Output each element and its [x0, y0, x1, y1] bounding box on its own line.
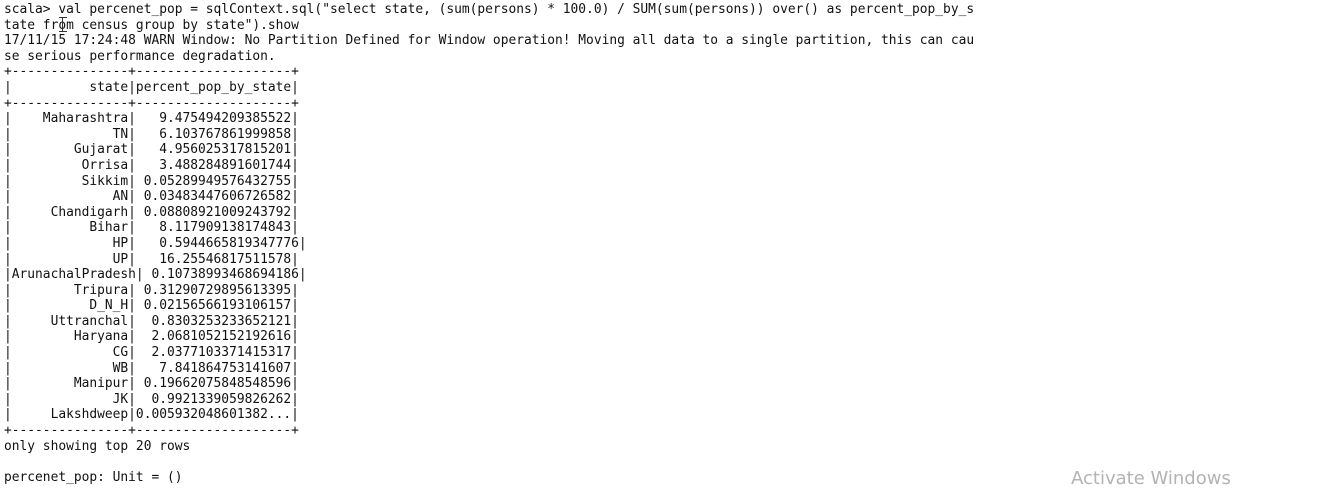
table-row: | TN| 6.103767861999858| [4, 126, 299, 142]
table-row: | Haryana| 2.0681052152192616| [4, 329, 299, 345]
table-row: | Gujarat| 4.956025317815201| [4, 142, 299, 158]
activate-windows-watermark: Activate Windows [1071, 468, 1231, 489]
table-row: | WB| 7.841864753141607| [4, 360, 299, 376]
table-row: | Sikkim| 0.05289949576432755| [4, 173, 299, 189]
table-row: | AN| 0.03483447606726582| [4, 189, 299, 205]
table-row: | JK| 0.9921339059826262| [4, 391, 299, 407]
warn-log-line: 17/11/15 17:24:48 WARN Window: No Partit… [4, 33, 975, 49]
terminal-output[interactable]: scala> val percenet_pop = sqlContext.sql… [4, 2, 1320, 485]
row-limit-note: only showing top 20 rows [4, 438, 191, 454]
table-row: |ArunachalPradesh| 0.10738993468694186| [4, 267, 307, 283]
table-row: | CG| 2.0377103371415317| [4, 345, 299, 361]
table-border-header: +---------------+--------------------+ [4, 95, 299, 111]
table-row: | Orrisa| 3.488284891601744| [4, 157, 299, 173]
table-row: | Chandigarh| 0.08808921009243792| [4, 204, 299, 220]
prompt-command-line-continued: tate from census group by state").show [4, 17, 299, 33]
table-row: | Uttranchal| 0.8303253233652121| [4, 313, 299, 329]
table-row: | Bihar| 8.117909138174843| [4, 220, 299, 236]
table-border-top: +---------------+--------------------+ [4, 64, 299, 80]
table-row: | Manipur| 0.19662075848548596| [4, 376, 299, 392]
table-row: | Lakshdweep|0.005932048601382...| [4, 407, 299, 423]
table-row: | HP| 0.5944665819347776| [4, 235, 307, 251]
table-row: | Tripura| 0.31290729895613395| [4, 282, 299, 298]
table-row: | D_N_H| 0.02156566193106157| [4, 298, 299, 314]
table-row: | UP| 16.25546817511578| [4, 251, 299, 267]
table-header-row: | state|percent_pop_by_state| [4, 79, 299, 95]
table-border-bottom: +---------------+--------------------+ [4, 423, 299, 439]
prompt-command-line: scala> val percenet_pop = sqlContext.sql… [4, 2, 975, 17]
text-cursor-icon [59, 17, 67, 32]
warn-log-line-continued: se serious performance degradation. [4, 48, 276, 64]
table-row: | Maharashtra| 9.475494209385522| [4, 111, 299, 127]
